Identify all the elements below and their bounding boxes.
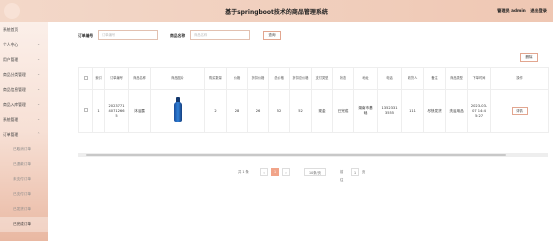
horizontal-scrollbar[interactable]	[78, 153, 548, 157]
user-area: 管理员 admin 退出登录	[494, 8, 547, 14]
chevron-down-icon: ⌄	[37, 72, 40, 76]
chevron-down-icon: ⌄	[37, 57, 40, 61]
sidebar-item-home[interactable]: 系统首页	[0, 22, 48, 37]
column-header: 商品图片	[150, 67, 205, 90]
cell-address: 湖南市基础	[353, 89, 378, 133]
cell-product-type: 洗浴用品	[445, 89, 468, 133]
table-row: 1 202377140712665 沐浴露 2 28 26 52 52 现金 已…	[78, 89, 549, 133]
delete-button[interactable]: 删除	[520, 53, 538, 62]
select-all-header[interactable]	[78, 67, 93, 90]
sidebar-item-category[interactable]: 商品分类管理 ⌄	[0, 67, 48, 82]
chevron-down-icon: ⌄	[37, 42, 40, 46]
cell-actions: 详情	[490, 89, 549, 133]
admin-label: 管理员 admin	[497, 8, 526, 13]
row-select-cell[interactable]	[78, 89, 93, 133]
sidebar-item-system[interactable]: 系统管理 ⌄	[0, 112, 48, 127]
column-header: 折扣价格	[247, 67, 269, 90]
total-count: 共 1 条	[238, 170, 249, 174]
sidebar-subitem-unpaid[interactable]: 未支付订单	[0, 172, 48, 187]
page-unit-label: 页	[362, 170, 366, 174]
table-header-row: 索引 订单编号 商品名称 商品图片 购买数量 价格 折扣价格 总价格 折扣总价格…	[78, 67, 549, 90]
logout-link[interactable]: 退出登录	[530, 8, 547, 13]
search-button[interactable]: 查询	[263, 31, 281, 40]
column-header: 下单时间	[467, 67, 491, 90]
page-size-select[interactable]: 10条/页	[304, 168, 326, 176]
sidebar: 系统首页 个人中心 ⌄ 用户管理 ⌄ 商品分类管理 ⌄ 商品信息管理 ⌄ 商品入库管理 ⌄…	[0, 22, 48, 241]
scrollbar-thumb[interactable]	[86, 154, 506, 156]
column-header: 操作	[490, 67, 549, 90]
cell-status: 已完成	[332, 89, 354, 133]
cell-remark: 尽快发货	[423, 89, 446, 133]
next-page-button[interactable]: ›	[282, 168, 290, 176]
main-content: 订单编号 商品名称 查询 删除 索引 订单编号 商品名称 商品图片 购买数量 价…	[48, 22, 553, 241]
chevron-down-icon: ⌄	[37, 117, 40, 121]
cell-discount-price: 26	[247, 89, 269, 133]
cell-receiver: 111	[401, 89, 424, 133]
goto-label: 前往	[340, 170, 344, 182]
sidebar-item-stock-in[interactable]: 商品入库管理 ⌄	[0, 97, 48, 112]
column-header: 总价格	[268, 67, 290, 90]
column-header: 折扣总价格	[289, 67, 312, 90]
product-name-label: 商品名称	[170, 33, 186, 38]
cell-order-time: 2023-03-07 14:45:27	[467, 89, 491, 133]
column-header: 支付类型	[311, 67, 333, 90]
column-header: 索引	[92, 67, 105, 90]
column-header: 备注	[423, 67, 446, 90]
cell-discount-total: 52	[289, 89, 312, 133]
cell-order-no: 202377140712665	[104, 89, 129, 133]
sidebar-item-orders[interactable]: 订单管理 ⌃	[0, 127, 48, 142]
column-header: 电话	[377, 67, 402, 90]
cell-quantity: 2	[204, 89, 227, 133]
cell-total-price: 52	[268, 89, 290, 133]
top-header: 基于springboot技术的商品管理系统 管理员 admin 退出登录	[0, 0, 553, 22]
phone-text: 13523313555	[381, 106, 398, 115]
column-header: 购买数量	[204, 67, 227, 90]
prev-page-button[interactable]: ‹	[260, 168, 268, 176]
sidebar-item-product[interactable]: 商品信息管理 ⌄	[0, 82, 48, 97]
sidebar-subitem-shipped[interactable]: 已发货订单	[0, 202, 48, 217]
column-header: 订单编号	[104, 67, 129, 90]
chevron-down-icon: ⌄	[37, 87, 40, 91]
cell-phone: 13523313555	[377, 89, 402, 133]
cell-product-name: 沐浴露	[128, 89, 151, 133]
chevron-up-icon: ⌃	[37, 132, 40, 136]
select-all-checkbox[interactable]	[83, 75, 88, 80]
order-no-label: 订单编号	[78, 33, 94, 38]
product-image	[173, 97, 182, 123]
column-header: 商品类型	[445, 67, 468, 90]
column-header: 状态	[332, 67, 354, 90]
orders-table: 索引 订单编号 商品名称 商品图片 购买数量 价格 折扣价格 总价格 折扣总价格…	[78, 67, 549, 133]
search-bar: 订单编号 商品名称 查询	[48, 28, 553, 44]
detail-button[interactable]: 详情	[511, 107, 528, 115]
cell-price: 28	[226, 89, 248, 133]
order-no-input[interactable]	[98, 30, 158, 40]
sidebar-subitem-refunded[interactable]: 已退款订单	[0, 157, 48, 172]
sidebar-subitem-completed[interactable]: 已完成订单	[0, 217, 48, 232]
column-header: 价格	[226, 67, 248, 90]
cell-product-image	[150, 89, 205, 133]
cell-index: 1	[92, 89, 105, 133]
column-header: 商品名称	[128, 67, 151, 90]
cell-payment-type: 现金	[311, 89, 333, 133]
sidebar-item-users[interactable]: 用户管理 ⌄	[0, 52, 48, 67]
row-checkbox[interactable]	[83, 108, 88, 112]
chevron-down-icon: ⌄	[37, 102, 40, 106]
column-header: 收货人	[401, 67, 424, 90]
sidebar-item-profile[interactable]: 个人中心 ⌄	[0, 37, 48, 52]
goto-page-input[interactable]: 1	[351, 168, 359, 176]
sidebar-subitem-paid[interactable]: 已支付订单	[0, 187, 48, 202]
product-name-input[interactable]	[190, 30, 250, 40]
order-time-text: 2023-03-07 14:45:27	[470, 103, 488, 118]
page-title: 基于springboot技术的商品管理系统	[225, 9, 328, 16]
column-header: 地址	[353, 67, 378, 90]
order-no-text: 202377140712665	[108, 103, 125, 118]
page-number-current[interactable]: 1	[271, 168, 279, 176]
address-text: 湖南市基础	[358, 106, 373, 115]
sidebar-subitem-cancelled[interactable]: 已取消订单	[0, 142, 48, 157]
